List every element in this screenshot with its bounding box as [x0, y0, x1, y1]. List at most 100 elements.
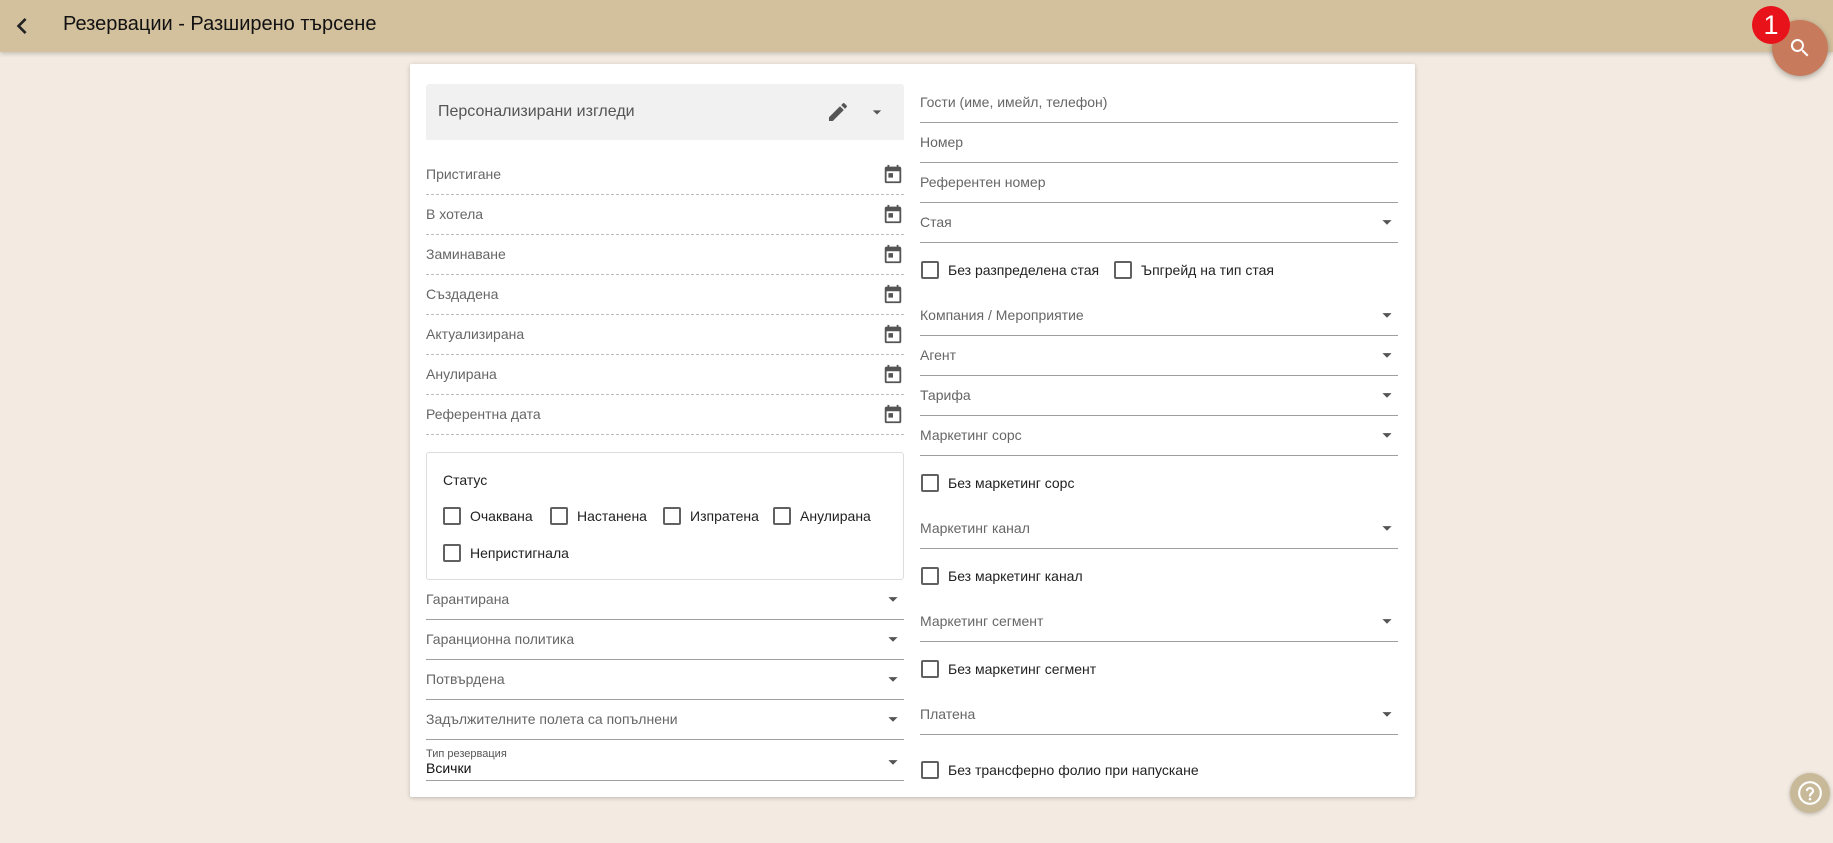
guests-input[interactable]: Гости (име, имейл, телефон) [920, 83, 1398, 123]
checkbox-label: Без маркетинг сорс [948, 475, 1075, 491]
field-label: Гаранционна политика [426, 631, 575, 647]
field-label: В хотела [426, 206, 484, 222]
arrow-drop-down-icon [1376, 211, 1398, 238]
no-transfer-folio-checkbox[interactable]: Без трансферно фолио при напускане [921, 761, 1199, 779]
field-label: Референтен номер [920, 174, 1046, 190]
checkbox-box[interactable] [921, 567, 939, 585]
checkbox-box[interactable] [663, 507, 681, 525]
field-label: Референтна дата [426, 406, 541, 422]
updated-date-field[interactable]: Актуализирана [426, 315, 904, 355]
calendar-icon[interactable] [882, 203, 904, 230]
number-input[interactable]: Номер [920, 123, 1398, 163]
room-type-upgrade-checkbox[interactable]: Ъпгрейд на тип стая [1114, 261, 1274, 279]
back-button[interactable] [6, 10, 38, 42]
no-marketing-segment-checkbox[interactable]: Без маркетинг сегмент [921, 660, 1096, 678]
notification-badge: 1 [1752, 6, 1790, 44]
guaranteed-select[interactable]: Гарантирана [426, 580, 904, 620]
departure-date-field[interactable]: Заминаване [426, 235, 904, 275]
checkbox-label: Без трансферно фолио при напускане [948, 762, 1199, 778]
top-app-bar: Резервации - Разширено търсене [0, 0, 1833, 52]
checkbox-box[interactable] [550, 507, 568, 525]
marketing-segment-select[interactable]: Маркетинг сегмент [920, 602, 1398, 642]
calendar-icon[interactable] [882, 163, 904, 190]
checkbox-box[interactable] [773, 507, 791, 525]
agent-select[interactable]: Агент [920, 336, 1398, 376]
field-label: Тарифа [920, 387, 971, 403]
field-label: Тип резервация [426, 748, 507, 760]
checkbox-box[interactable] [921, 261, 939, 279]
arrow-drop-down-icon [882, 751, 904, 778]
status-checked-out-checkbox[interactable]: Изпратена [663, 507, 759, 525]
required-fields-select[interactable]: Задължителните полета са попълнени [426, 700, 904, 740]
cancelled-date-field[interactable]: Анулирана [426, 355, 904, 395]
field-label: Маркетинг сегмент [920, 613, 1044, 629]
checkbox-label: Анулирана [800, 508, 871, 524]
arrow-drop-down-icon [1376, 610, 1398, 637]
room-select[interactable]: Стая [920, 203, 1398, 243]
guarantee-policy-select[interactable]: Гаранционна политика [426, 620, 904, 660]
status-expected-checkbox[interactable]: Очаквана [443, 507, 533, 525]
arrow-drop-down-icon [1376, 344, 1398, 371]
calendar-icon[interactable] [882, 363, 904, 390]
checkbox-label: Без разпределена стая [948, 262, 1100, 278]
arrow-drop-down-icon [882, 588, 904, 615]
arrow-drop-down-icon [1376, 703, 1398, 730]
custom-views-select[interactable]: Персонализирани изгледи [426, 84, 904, 140]
checkbox-box[interactable] [921, 660, 939, 678]
field-label: Задължителните полета са попълнени [426, 711, 678, 727]
field-value: Всички [426, 760, 472, 776]
arrow-drop-down-icon [1376, 517, 1398, 544]
field-label: Платена [920, 706, 976, 722]
pencil-icon[interactable] [826, 100, 850, 129]
created-date-field[interactable]: Създадена [426, 275, 904, 315]
field-label: Гости (име, имейл, телефон) [920, 94, 1108, 110]
help-button[interactable] [1790, 773, 1830, 813]
arrival-date-field[interactable]: Пристигане [426, 155, 904, 195]
status-title: Статус [443, 472, 488, 488]
calendar-icon[interactable] [882, 283, 904, 310]
reference-number-input[interactable]: Референтен номер [920, 163, 1398, 203]
marketing-channel-select[interactable]: Маркетинг канал [920, 509, 1398, 549]
calendar-icon[interactable] [882, 323, 904, 350]
field-label: Актуализирана [426, 326, 525, 342]
checkbox-label: Ъпгрейд на тип стая [1141, 262, 1274, 278]
calendar-icon[interactable] [882, 403, 904, 430]
arrow-drop-down-icon [1376, 304, 1398, 331]
page-title: Резервации - Разширено търсене [63, 13, 377, 35]
field-label: Създадена [426, 286, 499, 302]
calendar-icon[interactable] [882, 243, 904, 270]
field-label: Заминаване [426, 246, 506, 262]
no-room-assigned-checkbox[interactable]: Без разпределена стая [921, 261, 1099, 279]
custom-views-label: Персонализирани изгледи [438, 103, 635, 120]
arrow-drop-down-icon [882, 708, 904, 735]
arrow-drop-down-icon [1376, 424, 1398, 451]
no-marketing-channel-checkbox[interactable]: Без маркетинг канал [921, 567, 1083, 585]
reservation-type-select[interactable]: Тип резервация Всички [426, 741, 904, 781]
marketing-source-select[interactable]: Маркетинг сорс [920, 416, 1398, 456]
status-no-show-checkbox[interactable]: Непристигнала [443, 544, 569, 562]
field-label: Компания / Мероприятие [920, 307, 1084, 323]
no-marketing-source-checkbox[interactable]: Без маркетинг сорс [921, 474, 1074, 492]
checkbox-box[interactable] [1114, 261, 1132, 279]
field-label: Пристигане [426, 166, 502, 182]
rate-select[interactable]: Тарифа [920, 376, 1398, 416]
checkbox-box[interactable] [921, 761, 939, 779]
confirmed-select[interactable]: Потвърдена [426, 660, 904, 700]
arrow-drop-down-icon[interactable] [867, 102, 887, 127]
field-label: Гарантирана [426, 591, 510, 607]
checkbox-label: Без маркетинг сегмент [948, 661, 1097, 677]
arrow-drop-down-icon [882, 668, 904, 695]
in-hotel-date-field[interactable]: В хотела [426, 195, 904, 235]
field-label: Маркетинг канал [920, 520, 1030, 536]
paid-select[interactable]: Платена [920, 695, 1398, 735]
search-icon [1790, 39, 1809, 57]
status-checked-in-checkbox[interactable]: Настанена [550, 507, 647, 525]
status-cancelled-checkbox[interactable]: Анулирана [773, 507, 871, 525]
checkbox-box[interactable] [443, 507, 461, 525]
field-label: Агент [920, 347, 957, 363]
checkbox-box[interactable] [921, 474, 939, 492]
checkbox-box[interactable] [443, 544, 461, 562]
checkbox-label: Непристигнала [470, 545, 569, 561]
reference-date-field[interactable]: Референтна дата [426, 395, 904, 435]
company-event-select[interactable]: Компания / Мероприятие [920, 296, 1398, 336]
